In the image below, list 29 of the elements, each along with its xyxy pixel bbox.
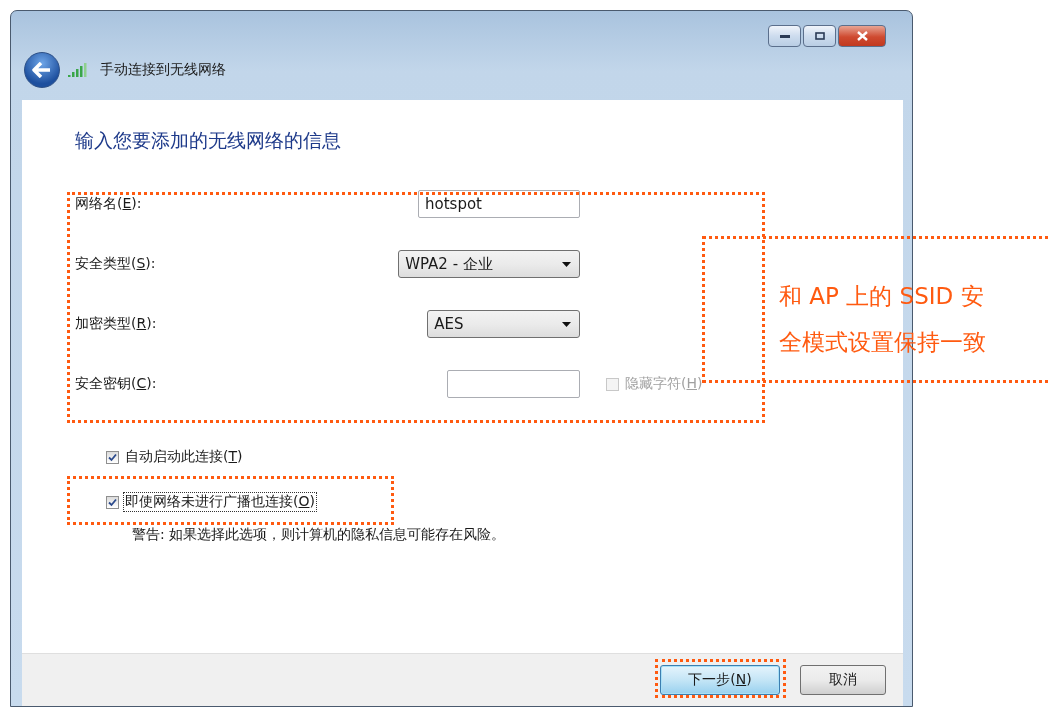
dropdown-arrow-icon <box>562 261 571 267</box>
checkbox[interactable] <box>106 450 119 464</box>
field-label: 加密类型(R): <box>75 315 158 333</box>
dropdown-arrow-icon <box>562 321 571 327</box>
signal-icon <box>68 63 88 77</box>
back-button[interactable] <box>24 52 60 88</box>
input-field[interactable] <box>446 370 580 398</box>
window-title: 手动连接到无线网络 <box>100 61 226 79</box>
field-label: 安全类型(S): <box>75 255 157 273</box>
checkbox-label: 自动启动此连接(T) <box>124 448 244 466</box>
input-field[interactable]: hotspot <box>418 190 580 218</box>
minimize-button[interactable] <box>768 25 801 47</box>
close-button[interactable] <box>838 25 886 47</box>
checkbox-label: 即使网络未进行广播也连接(O) <box>124 493 316 511</box>
dropdown[interactable]: AES <box>427 310 580 338</box>
cancel-button[interactable]: 取消 <box>800 665 886 695</box>
maximize-button[interactable] <box>803 25 836 47</box>
page-heading: 输入您要添加的无线网络的信息 <box>75 128 342 153</box>
field-label: 网络名(E): <box>75 195 143 213</box>
minimize-icon <box>779 34 790 38</box>
checkbox[interactable] <box>106 495 119 509</box>
arrow-left-icon <box>32 62 52 78</box>
field-label: 安全密钥(C): <box>75 375 158 393</box>
close-icon <box>856 31 868 41</box>
checkbox-label: 隐藏字符(H) <box>624 375 704 393</box>
dropdown[interactable]: WPA2 - 企业 <box>398 250 580 278</box>
warning-text: 警告: 如果选择此选项，则计算机的隐私信息可能存在风险。 <box>132 526 507 544</box>
maximize-icon <box>814 32 825 40</box>
next-button[interactable]: 下一步(N) <box>660 665 780 695</box>
